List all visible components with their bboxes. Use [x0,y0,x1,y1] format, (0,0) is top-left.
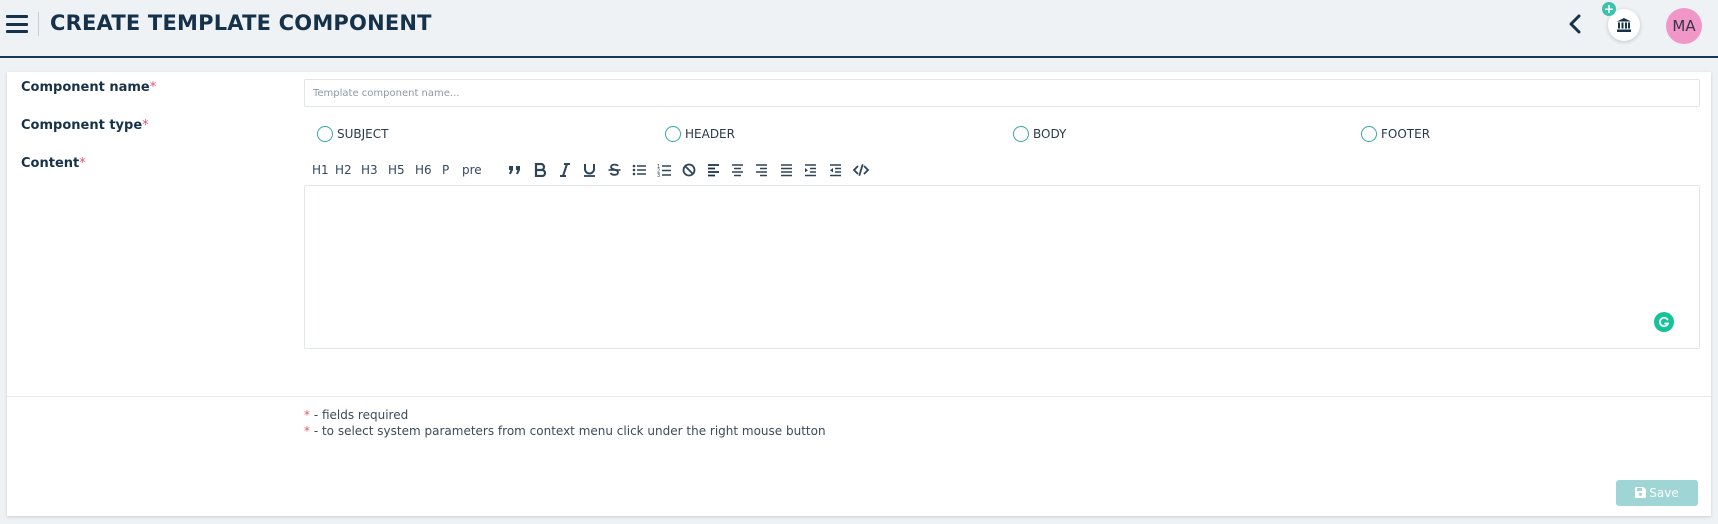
heading-6-button[interactable]: H6 [415,160,432,180]
section-divider [7,396,1711,397]
radio-circle[interactable] [317,126,333,142]
heading-3-button[interactable]: H3 [361,160,378,180]
numbered-list-icon[interactable]: 123 [657,160,671,180]
component-name-label: Component name* [21,80,157,95]
bold-icon[interactable] [534,160,546,180]
save-icon [1635,487,1647,498]
institution-button[interactable]: + [1602,2,1640,41]
save-button[interactable]: Save [1616,480,1698,506]
heading-1-button[interactable]: H1 [312,160,329,180]
chevron-left-icon[interactable] [1566,12,1586,36]
strikethrough-icon[interactable] [608,160,621,180]
code-view-icon[interactable] [853,160,869,180]
context-menu-note: * - to select system parameters from con… [304,424,826,438]
radio-footer[interactable]: FOOTER [1361,126,1430,142]
title-separator [38,12,39,36]
align-left-icon[interactable] [707,160,720,180]
svg-text:3: 3 [657,173,660,177]
grammarly-icon[interactable] [1654,312,1674,332]
radio-circle[interactable] [1361,126,1377,142]
radio-header[interactable]: HEADER [665,126,735,142]
preformatted-button[interactable]: pre [462,160,482,180]
content-editor[interactable] [304,185,1700,349]
radio-circle[interactable] [1013,126,1029,142]
heading-2-button[interactable]: H2 [335,160,352,180]
heading-5-button[interactable]: H5 [388,160,405,180]
indent-icon[interactable] [804,160,817,180]
top-bar: CREATE TEMPLATE COMPONENT + MA [0,0,1718,58]
clear-format-icon[interactable] [682,160,696,180]
form-card: Component name* Component type* SUBJECT … [7,72,1711,516]
required-note: * - fields required [304,408,409,422]
quote-icon[interactable] [508,160,522,180]
radio-subject[interactable]: SUBJECT [317,126,388,142]
radio-circle[interactable] [665,126,681,142]
page-title: CREATE TEMPLATE COMPONENT [50,11,432,35]
component-name-input[interactable] [304,79,1700,107]
content-label: Content* [21,156,86,171]
paragraph-button[interactable]: P [442,160,449,180]
align-center-icon[interactable] [731,160,744,180]
bank-icon [1617,18,1631,32]
user-avatar[interactable]: MA [1666,8,1702,44]
italic-icon[interactable] [559,160,571,180]
align-right-icon[interactable] [755,160,768,180]
align-justify-icon[interactable] [780,160,793,180]
menu-icon[interactable] [6,15,28,33]
plus-badge: + [1602,2,1616,16]
outdent-icon[interactable] [829,160,842,180]
radio-body[interactable]: BODY [1013,126,1066,142]
underline-icon[interactable] [583,160,596,180]
bullet-list-icon[interactable] [632,160,646,180]
component-type-label: Component type* [21,118,149,133]
